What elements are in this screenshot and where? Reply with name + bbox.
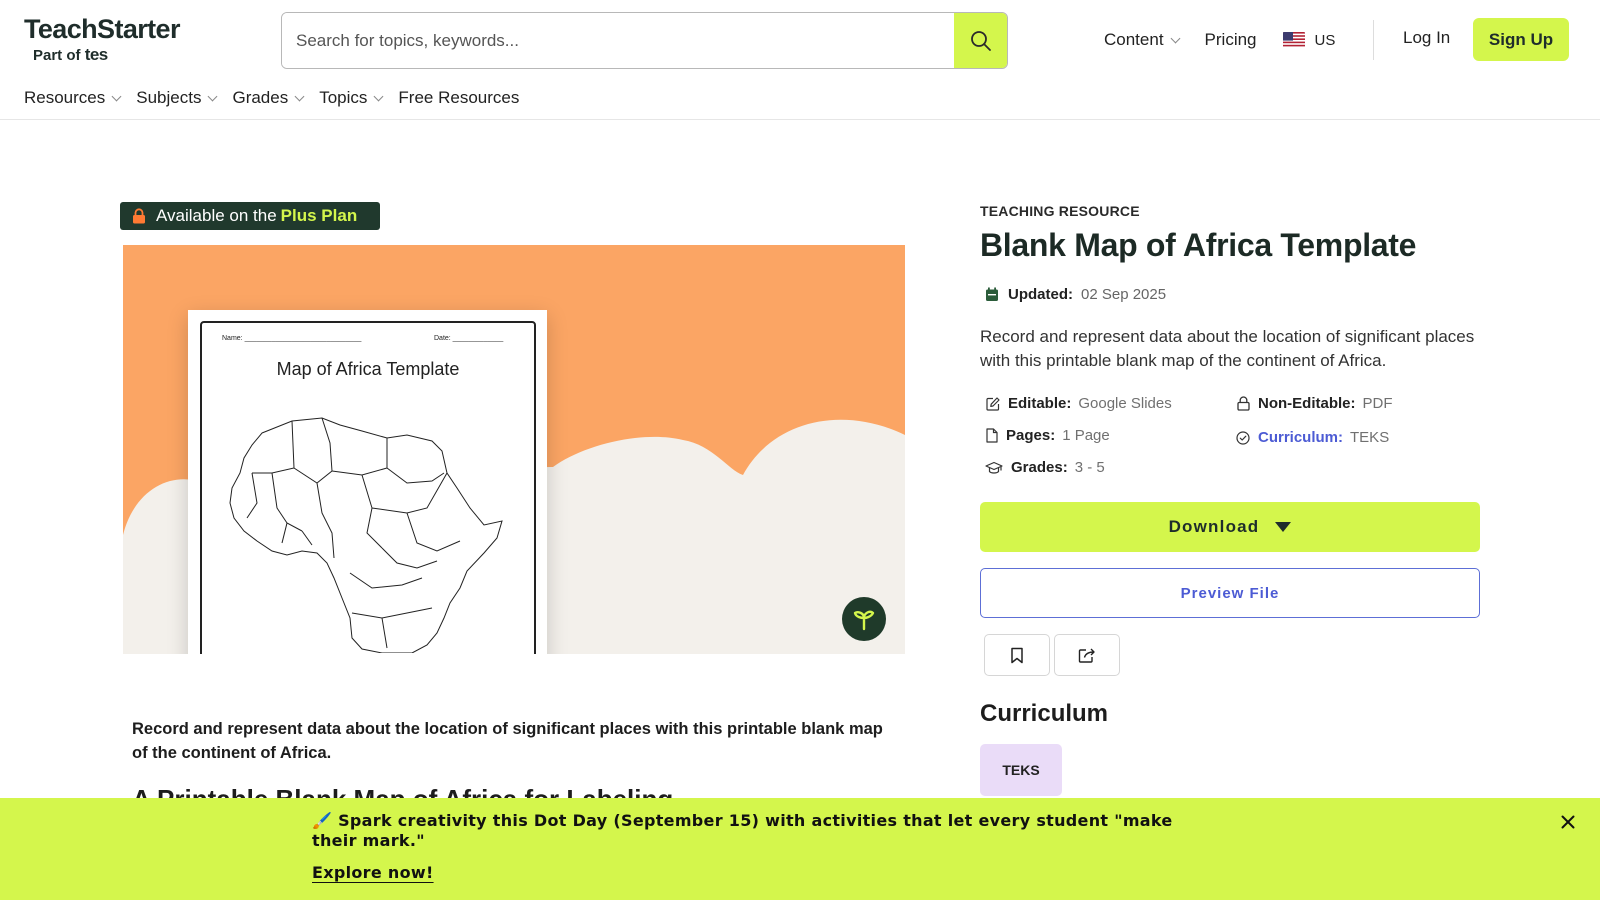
search-bar [281, 12, 1008, 69]
meta-pages: Pages: 1 Page [986, 427, 1110, 444]
save-bookmark-button[interactable] [984, 634, 1050, 676]
curriculum-heading: Curriculum [980, 700, 1109, 727]
pages-label: Pages: [1006, 427, 1056, 444]
chevron-down-icon [373, 91, 384, 101]
grades-label: Grades: [1011, 459, 1068, 476]
non-editable-value: PDF [1362, 395, 1393, 412]
nav-topics[interactable]: Topics [319, 88, 384, 108]
worksheet-date-field: Date: _____________ [434, 335, 504, 342]
chevron-down-icon [294, 91, 305, 101]
chevron-down-icon [111, 91, 122, 101]
badge-plan: Plus Plan [280, 206, 358, 225]
nav-grades-label: Grades [232, 88, 289, 107]
login-link[interactable]: Log In [1403, 28, 1450, 48]
chevron-down-icon [208, 91, 218, 101]
non-editable-label: Non-Editable: [1258, 395, 1356, 412]
region-selector[interactable]: US [1282, 31, 1336, 49]
share-icon [1078, 648, 1095, 663]
graduation-cap-icon [985, 461, 1003, 474]
search-icon [970, 30, 991, 51]
site-header: TeachStarter Part of tes Content Pricing [0, 0, 1600, 120]
logo-sub-prefix: Part of [33, 47, 81, 64]
nav-subjects-label: Subjects [136, 88, 202, 107]
teachstarter-seedling-logo [842, 597, 886, 641]
worksheet-title: Map of Africa Template [276, 359, 460, 379]
us-flag-icon [1282, 32, 1305, 48]
nav-free-resources[interactable]: Free Resources [398, 88, 519, 108]
editable-label: Editable: [1008, 395, 1072, 412]
pages-value: 1 Page [1062, 427, 1110, 444]
nav-content-label: Content [1104, 30, 1164, 49]
worksheet-name-label: Name: [222, 335, 243, 342]
seedling-icon [853, 610, 875, 631]
grades-value: 3 - 5 [1074, 459, 1105, 476]
preview-file-button[interactable]: Preview File [980, 568, 1480, 618]
close-banner-button[interactable] [1558, 812, 1578, 832]
site-logo[interactable]: TeachStarter Part of tes [24, 14, 194, 65]
download-button[interactable]: Download [980, 502, 1480, 552]
curriculum-value: TEKS [1350, 429, 1390, 446]
preview-label: Preview File [1180, 584, 1280, 602]
search-input[interactable] [282, 13, 954, 68]
signup-button[interactable]: Sign Up [1473, 18, 1569, 61]
worksheet-date-label: Date: [434, 335, 451, 342]
download-label: Download [1168, 517, 1260, 536]
updated-date: Updated: 02 Sep 2025 [985, 286, 1166, 303]
nav-pricing-link[interactable]: Pricing [1205, 30, 1257, 50]
africa-map-outline [229, 417, 503, 653]
worksheet-frame: Name: ______________________________ Dat… [200, 321, 536, 654]
logo-subline: Part of tes [33, 45, 194, 65]
meta-editable: Editable: Google Slides [986, 395, 1172, 412]
logo-tes: tes [84, 45, 109, 64]
document-icon [986, 428, 998, 443]
resource-preview-image[interactable]: Name: ______________________________ Dat… [123, 245, 905, 654]
top-nav: Content Pricing US [1104, 27, 1361, 53]
edit-icon [986, 396, 1000, 411]
nav-topics-label: Topics [319, 88, 368, 107]
badge-prefix: Available on the [156, 206, 277, 225]
curriculum-chip-teks[interactable]: TEKS [980, 744, 1062, 796]
lock-open-icon [1237, 396, 1250, 411]
meta-curriculum: Curriculum: TEKS [1236, 429, 1389, 446]
close-icon [1561, 815, 1575, 829]
promo-text: 🖌️ Spark creativity this Dot Day (Septem… [312, 811, 1173, 850]
nav-subjects[interactable]: Subjects [136, 88, 218, 108]
resource-type-label: TEACHING RESOURCE [980, 203, 1140, 219]
resource-intro: Record and represent data about the loca… [132, 720, 883, 762]
meta-non-editable: Non-Editable: PDF [1237, 395, 1393, 412]
nav-free-resources-label: Free Resources [398, 88, 520, 107]
nav-pricing-label: Pricing [1204, 30, 1257, 49]
nav-content-dropdown[interactable]: Content [1104, 30, 1180, 50]
nav-resources-label: Resources [24, 88, 106, 107]
region-label: US [1314, 31, 1336, 49]
calendar-icon [986, 287, 998, 301]
meta-grades: Grades: 3 - 5 [985, 459, 1105, 476]
curriculum-link[interactable]: Curriculum: [1258, 429, 1343, 446]
caret-down-icon [1275, 522, 1292, 532]
chevron-down-icon [1170, 33, 1180, 43]
editable-value: Google Slides [1078, 395, 1172, 412]
promo-banner: 🖌️ Spark creativity this Dot Day (Septem… [0, 798, 1600, 900]
bookmark-icon [1011, 647, 1023, 663]
nav-grades[interactable]: Grades [232, 88, 305, 108]
nav-resources[interactable]: Resources [24, 88, 122, 108]
worksheet-name-field: Name: ______________________________ [222, 335, 362, 342]
header-divider [1373, 20, 1374, 60]
category-nav: Resources Subjects Grades Topics Free Re… [24, 88, 535, 108]
promo-link[interactable]: Explore now! [312, 863, 434, 882]
share-button[interactable] [1054, 634, 1120, 676]
updated-label: Updated: [1008, 286, 1073, 303]
check-badge-icon [1236, 430, 1250, 445]
lock-icon [133, 208, 145, 224]
search-button[interactable] [954, 13, 1007, 68]
plus-plan-badge: Available on the Plus Plan [120, 202, 380, 230]
logo-wordmark: TeachStarter [24, 14, 180, 44]
worksheet-thumbnail: Name: ______________________________ Dat… [188, 310, 547, 654]
page-title: Blank Map of Africa Template [980, 227, 1417, 263]
updated-value: 02 Sep 2025 [1081, 286, 1167, 303]
resource-description: Record and represent data about the loca… [980, 327, 1475, 370]
